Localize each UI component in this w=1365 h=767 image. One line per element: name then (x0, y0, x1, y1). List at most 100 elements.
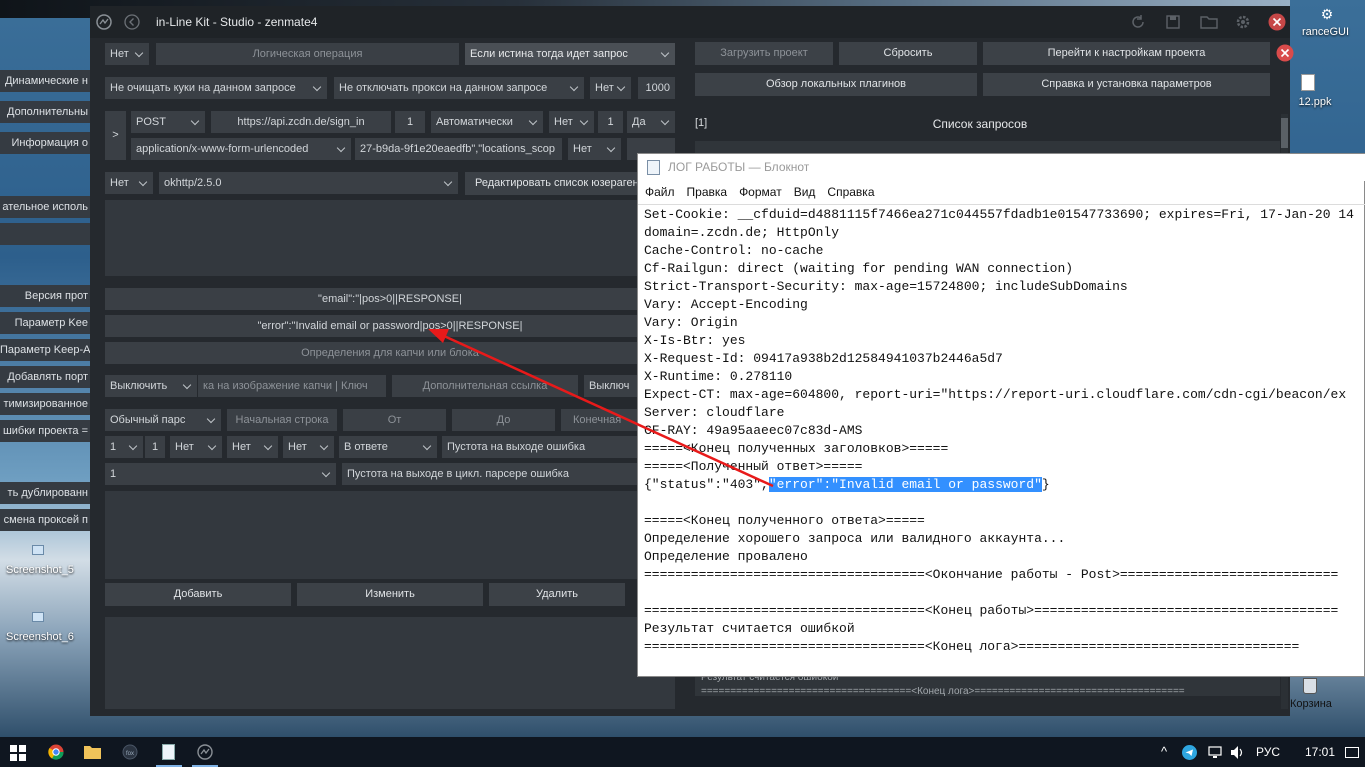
to-input[interactable]: До (452, 409, 555, 431)
left-app-label: шибки проекта = (0, 420, 90, 442)
edit-button[interactable]: Изменить (297, 583, 483, 606)
left-app-label: ательное исполь (0, 196, 90, 218)
notifications-icon[interactable] (1345, 747, 1359, 758)
index-select[interactable]: 1 (105, 436, 143, 458)
chrome-icon[interactable] (48, 744, 64, 760)
menu-file[interactable]: Файл (645, 185, 675, 199)
line-fragment: {"status":"403", (644, 477, 769, 492)
option-select[interactable]: Нет (549, 111, 594, 133)
fox-app-icon[interactable]: fox (122, 744, 138, 760)
content-type-select[interactable]: application/x-www-form-urlencoded (131, 138, 351, 160)
desktop-icon-label[interactable]: Screenshot_6 (0, 631, 80, 643)
desktop-icon-label[interactable]: 12.ppk (1286, 96, 1344, 108)
divider (638, 204, 1365, 205)
gear-icon[interactable] (1235, 14, 1251, 30)
close-icon[interactable] (1276, 44, 1294, 62)
method-select[interactable]: POST (131, 111, 205, 133)
explorer-icon[interactable] (84, 745, 101, 759)
window-title: in-Line Kit - Studio - zenmate4 (156, 15, 318, 29)
parse-results-area[interactable] (105, 617, 675, 709)
captcha-mode-select[interactable]: Выключить (105, 375, 197, 397)
notepad-line: X-Request-Id: 09417a938b2d12584941037b24… (644, 351, 1003, 366)
folder-icon[interactable] (1200, 14, 1218, 30)
captcha-definitions-input[interactable]: Определения для капчи или блока (105, 342, 675, 364)
left-app-label: Параметр Kee (0, 312, 90, 334)
search-in-select[interactable]: В ответе (339, 436, 437, 458)
notepad-taskbar-icon[interactable] (162, 744, 175, 760)
repeat-input[interactable]: 1 (395, 111, 425, 133)
opt-b-select[interactable]: Нет (227, 436, 278, 458)
image-file-icon[interactable] (32, 545, 44, 555)
menu-edit[interactable]: Правка (687, 185, 728, 199)
encoding-select[interactable]: Автоматически (431, 111, 543, 133)
post-body-input[interactable]: 27-b9da-9f1e20eaedfb","locations_scop (355, 138, 562, 160)
refresh-icon[interactable] (1130, 14, 1146, 30)
clock[interactable]: 17:01 (1300, 737, 1340, 767)
opt-a-select[interactable]: Нет (170, 436, 222, 458)
file-icon[interactable] (1301, 74, 1315, 91)
option2-select[interactable]: Нет (568, 138, 621, 160)
tray-chevron-icon[interactable]: ^ (1156, 737, 1172, 767)
recycle-bin-icon[interactable] (1303, 678, 1317, 694)
bad-answer-input[interactable]: "error":"Invalid email or password|pos>0… (105, 315, 675, 337)
notepad-line: =====<Конец полученных заголовков>===== (644, 441, 949, 456)
captcha-key-input[interactable]: ка на изображение капчи | Ключ (198, 375, 386, 397)
left-app-field[interactable] (0, 223, 90, 245)
studio-taskbar-icon[interactable] (197, 744, 213, 760)
network-icon[interactable] (1208, 746, 1222, 759)
true-action-select[interactable]: Если истина тогда идет запрос (465, 43, 675, 65)
desktop-icon-label[interactable]: ranceGUI (1286, 26, 1365, 38)
notepad-line: Cache-Control: no-cache (644, 243, 824, 258)
back-icon[interactable] (124, 14, 140, 30)
proxy-select[interactable]: Не отключать прокси на данном запросе (334, 77, 584, 99)
menu-view[interactable]: Вид (794, 185, 816, 199)
menu-format[interactable]: Формат (739, 185, 782, 199)
app-shortcut-icon[interactable]: ⚙ (1297, 6, 1357, 22)
start-string-input[interactable]: Начальная строка (227, 409, 337, 431)
notepad-line: Результат считается ошибкой (644, 621, 855, 636)
left-app-label: Добавлять порт (0, 366, 90, 388)
loop-empty-select[interactable]: Пустота на выходе в цикл. парсере ошибка (342, 463, 675, 485)
from-input[interactable]: От (343, 409, 446, 431)
logic-operation-input[interactable]: Логическая операция (156, 43, 459, 65)
notepad-line: domain=.zcdn.de; HttpOnly (644, 225, 840, 240)
useragent-select[interactable]: okhttp/2.5.0 (159, 172, 458, 194)
left-app-label: Динамические н (0, 70, 90, 92)
volume-icon[interactable] (1230, 745, 1246, 760)
telegram-icon[interactable] (1182, 745, 1197, 760)
reset-button[interactable]: Сбросить (839, 42, 977, 65)
good-answer-input[interactable]: "email":"|pos>0||RESPONSE| (105, 288, 675, 310)
count-input[interactable]: 1 (598, 111, 623, 133)
windows-start-icon[interactable] (10, 745, 26, 761)
useragent-mode-select[interactable]: Нет (105, 172, 153, 194)
timeout-input[interactable]: 1000 (638, 77, 675, 99)
image-file-icon[interactable] (32, 612, 44, 622)
yes-select[interactable]: Да (627, 111, 675, 133)
delete-button[interactable]: Удалить (489, 583, 625, 606)
opt-c-select[interactable]: Нет (283, 436, 334, 458)
svg-text:fox: fox (126, 751, 134, 757)
index-input[interactable]: 1 (145, 436, 165, 458)
desktop-icon-label[interactable]: Screenshot_5 (0, 564, 80, 576)
condition-select[interactable]: Нет (105, 43, 149, 65)
project-settings-button[interactable]: Перейти к настройкам проекта (983, 42, 1270, 65)
cookies-select[interactable]: Не очищать куки на данном запросе (105, 77, 327, 99)
parse-list-area[interactable] (105, 491, 675, 579)
save-icon[interactable] (1165, 14, 1181, 30)
redirect-select[interactable]: Нет (590, 77, 631, 99)
loop-select[interactable]: 1 (105, 463, 336, 485)
close-icon[interactable] (1268, 13, 1286, 31)
help-settings-button[interactable]: Справка и установка параметров (983, 73, 1270, 96)
add-button[interactable]: Добавить (105, 583, 291, 606)
language-indicator[interactable]: РУС (1251, 737, 1285, 767)
notepad-text[interactable]: Set-Cookie: __cfduid=d4881115f7466ea271c… (644, 206, 1364, 676)
headers-textarea[interactable] (105, 200, 675, 276)
parse-type-select[interactable]: Обычный парс (105, 409, 221, 431)
extra-link-input[interactable]: Дополнительная ссылка (392, 375, 578, 397)
expand-button[interactable]: > (105, 111, 126, 160)
load-project-button[interactable]: Загрузить проект (695, 42, 833, 65)
menu-help[interactable]: Справка (827, 185, 874, 199)
url-input[interactable]: https://api.zcdn.de/sign_in (211, 111, 391, 133)
desktop-icon-label[interactable]: Корзина (1290, 698, 1350, 710)
local-plugins-button[interactable]: Обзор локальных плагинов (695, 73, 977, 96)
